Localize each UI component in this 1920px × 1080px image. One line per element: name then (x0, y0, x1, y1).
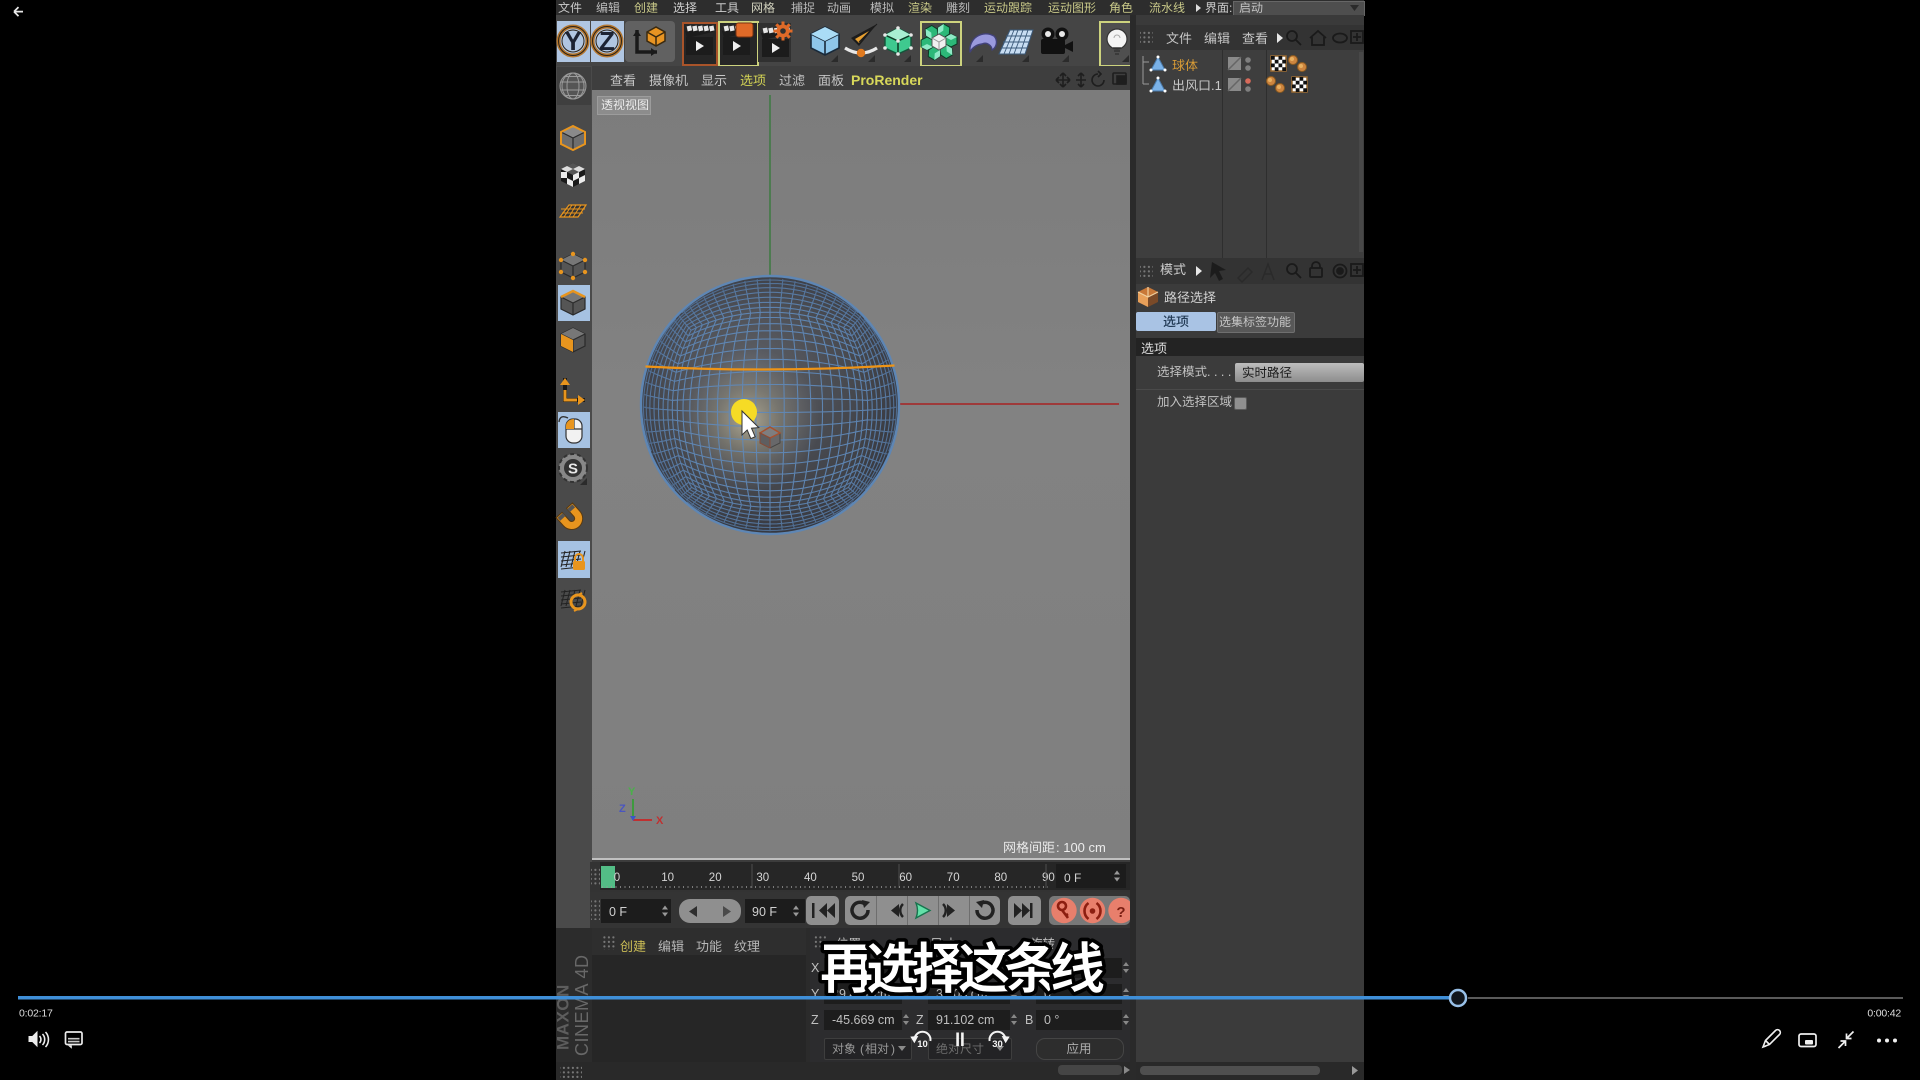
svg-text:10: 10 (661, 872, 674, 884)
svg-text:40: 40 (804, 872, 817, 884)
svg-text:80: 80 (994, 872, 1007, 884)
svg-text:50: 50 (852, 872, 865, 884)
svg-text:-45.669 cm: -45.669 cm (832, 1013, 895, 1027)
svg-text:90: 90 (1042, 872, 1055, 884)
svg-text:0:02:17: 0:02:17 (19, 1008, 53, 1020)
svg-text:Z: Z (599, 26, 615, 56)
svg-text:MAXON: MAXON (554, 984, 573, 1050)
svg-text:Z: Z (619, 803, 626, 815)
svg-text:70: 70 (947, 872, 960, 884)
svg-text:10: 10 (917, 1039, 928, 1050)
svg-text:): ) (891, 1042, 895, 1056)
svg-text:30: 30 (756, 872, 769, 884)
svg-text:91.102 cm: 91.102 cm (936, 1013, 994, 1027)
svg-text:.1: .1 (1211, 78, 1222, 93)
svg-text:Z: Z (811, 1013, 819, 1027)
svg-text::: : (1229, 1, 1232, 15)
svg-text:60: 60 (899, 872, 912, 884)
svg-text:0:00:42: 0:00:42 (1867, 1008, 1901, 1020)
svg-text:(: ( (860, 1042, 864, 1056)
svg-text:. . . .: . . . . (1207, 365, 1231, 379)
svg-text:X: X (656, 815, 664, 827)
svg-text:CINEMA 4D: CINEMA 4D (572, 954, 592, 1056)
svg-text:?: ? (1116, 904, 1125, 921)
svg-text:S: S (568, 461, 578, 478)
svg-text:Y: Y (564, 26, 581, 56)
svg-text:0 °: 0 ° (1044, 1013, 1059, 1027)
svg-text:0 F: 0 F (1064, 871, 1081, 885)
svg-text:B: B (1025, 1013, 1033, 1027)
svg-text:0 F: 0 F (609, 905, 627, 919)
svg-text:20: 20 (709, 872, 722, 884)
svg-text:ProRender: ProRender (851, 72, 923, 88)
svg-text:Y: Y (628, 786, 636, 798)
svg-text:Z: Z (916, 1013, 924, 1027)
svg-text:30: 30 (992, 1039, 1003, 1050)
svg-text:90 F: 90 F (752, 905, 777, 919)
svg-text:0: 0 (614, 872, 620, 884)
svg-text:: 100 cm: : 100 cm (1056, 840, 1106, 855)
